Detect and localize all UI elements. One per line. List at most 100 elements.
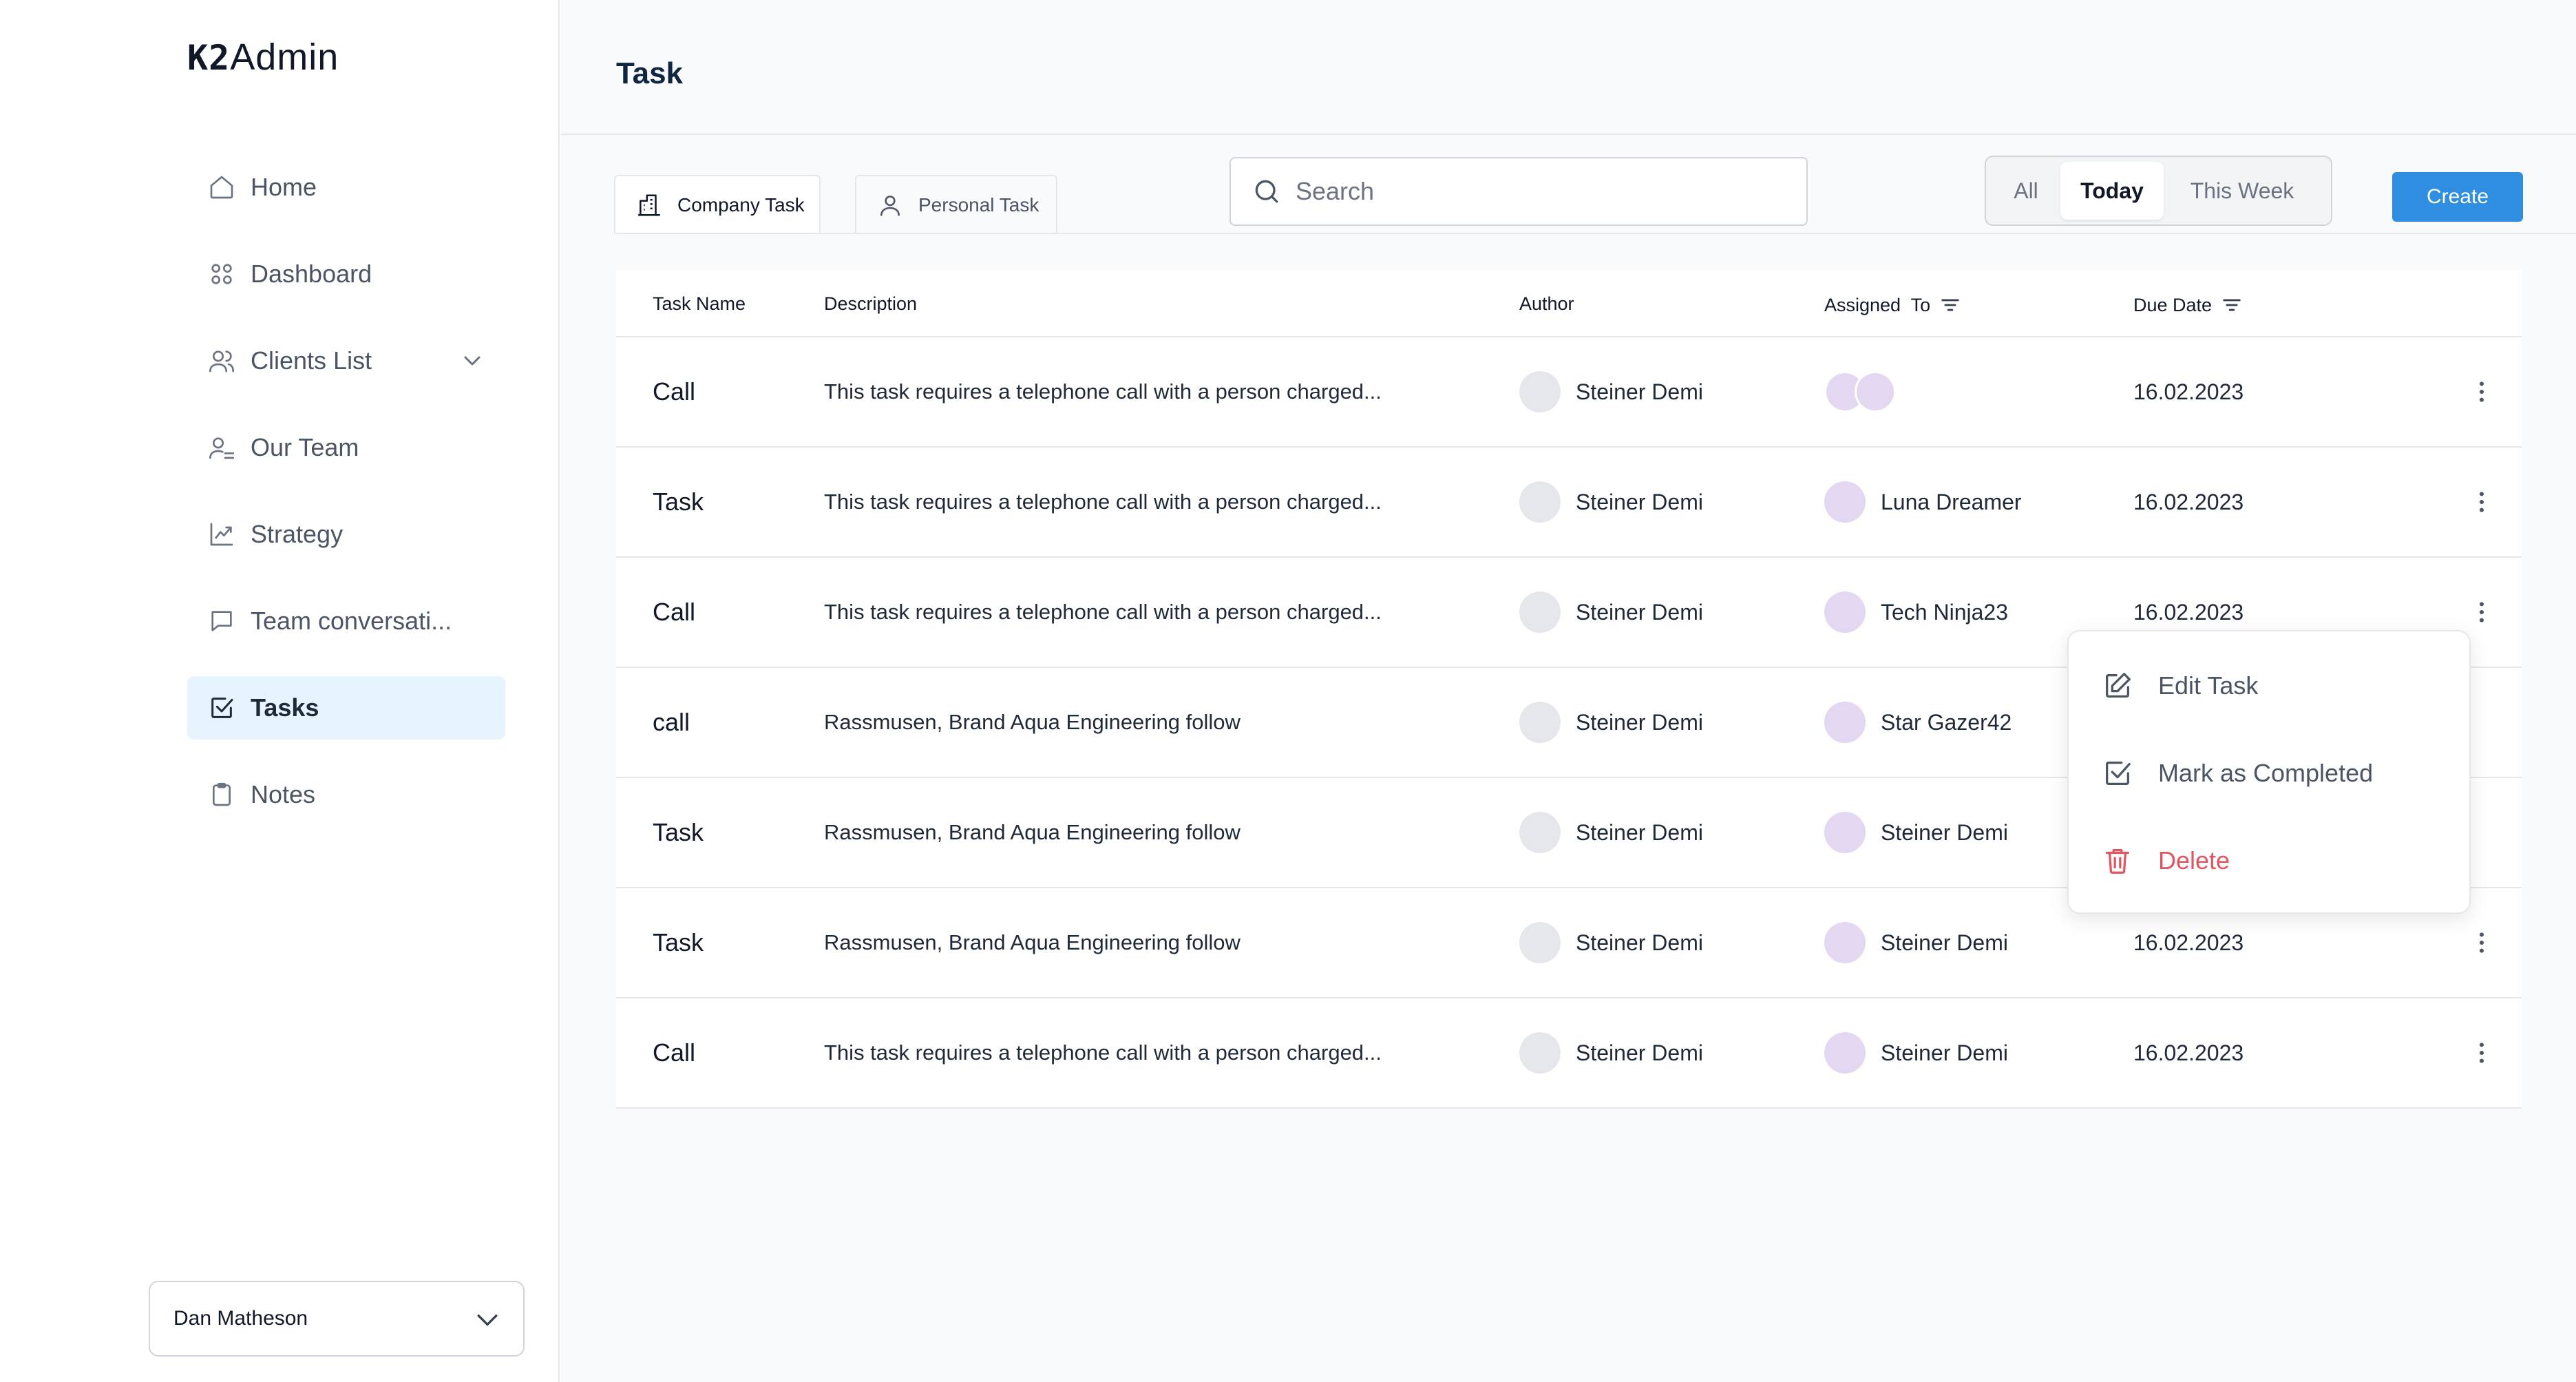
col-assigned-to[interactable]: Assigned To: [1824, 293, 1962, 317]
table-row[interactable]: Task This task requires a telephone call…: [616, 448, 2522, 558]
avatar-group[interactable]: [1824, 371, 1896, 412]
trash-icon: [2106, 849, 2129, 874]
sidebar-item-home[interactable]: Home: [187, 156, 505, 219]
filter-icon[interactable]: [2220, 293, 2244, 317]
menu-item-edit-task[interactable]: Edit Task: [2102, 670, 2258, 702]
edit-icon: [2106, 673, 2131, 698]
task-description: Rassmusen, Brand Aqua Engineering follow: [824, 820, 1241, 844]
clipboard-icon: [207, 779, 237, 810]
col-task-name: Task Name: [653, 293, 746, 314]
create-button[interactable]: Create: [2392, 172, 2523, 222]
users-icon: [207, 346, 237, 376]
more-vertical-icon: [2480, 602, 2484, 622]
filter-this-week[interactable]: This Week: [2164, 162, 2321, 220]
avatar: [1519, 591, 1561, 633]
sidebar-item-team-conversations[interactable]: Team conversati...: [187, 589, 505, 653]
task-author: Steiner Demi: [1519, 337, 1703, 446]
sidebar-item-label: Tasks: [251, 693, 319, 722]
task-due-date: 16.02.2023: [2133, 1040, 2244, 1065]
avatar: [1824, 591, 1866, 633]
task-description: This task requires a telephone call with…: [824, 1040, 1382, 1065]
sidebar-item-label: Team conversati...: [251, 607, 452, 635]
date-filter-group: All Today This Week: [1985, 156, 2332, 226]
user-select[interactable]: Dan Matheson: [149, 1281, 525, 1357]
sidebar-nav: Home Dashboard Clients List Our Team Str…: [187, 156, 505, 850]
table-row[interactable]: Call This task requires a telephone call…: [616, 998, 2522, 1109]
task-author: Steiner Demi: [1519, 448, 1703, 556]
avatar: [1824, 922, 1866, 963]
tab-label: Personal Task: [918, 194, 1039, 216]
menu-item-delete[interactable]: Delete: [2102, 845, 2230, 877]
task-author: Steiner Demi: [1519, 668, 1703, 777]
sidebar-item-label: Notes: [251, 780, 316, 808]
sidebar-item-label: Home: [251, 173, 317, 201]
task-name: Call: [653, 598, 696, 626]
search-box[interactable]: [1229, 157, 1808, 226]
sidebar-item-notes[interactable]: Notes: [187, 763, 505, 826]
avatar: [1519, 371, 1561, 412]
sidebar-item-label: Clients List: [251, 346, 372, 375]
dashboard-icon: [207, 259, 237, 289]
page-title: Task: [616, 56, 684, 90]
task-author: Steiner Demi: [1519, 558, 1703, 667]
filter-all[interactable]: All: [1992, 162, 2060, 220]
more-vertical-icon: [2480, 381, 2484, 402]
avatar: [1519, 481, 1561, 523]
sidebar-item-clients-list[interactable]: Clients List: [187, 329, 505, 392]
avatar: [1824, 702, 1866, 743]
task-assigned: Steiner Demi: [1824, 888, 2008, 997]
row-menu-button[interactable]: [2461, 448, 2502, 556]
sidebar-item-tasks[interactable]: Tasks: [187, 676, 505, 740]
task-assigned: Steiner Demi: [1824, 998, 2008, 1107]
sidebar-item-our-team[interactable]: Our Team: [187, 416, 505, 479]
user-name: Dan Matheson: [173, 1307, 308, 1330]
task-description: This task requires a telephone call with…: [824, 600, 1382, 624]
task-name: Call: [653, 377, 696, 406]
sidebar-item-label: Our Team: [251, 433, 359, 461]
row-menu-button[interactable]: [2461, 337, 2502, 446]
task-assigned: Steiner Demi: [1824, 778, 2008, 887]
checkbox-icon: [207, 693, 237, 723]
sidebar-item-label: Strategy: [251, 520, 344, 548]
sidebar-item-strategy[interactable]: Strategy: [187, 503, 505, 566]
more-vertical-icon: [2480, 932, 2484, 953]
tab-divider: [616, 233, 2576, 234]
task-assigned: Tech Ninja23: [1824, 558, 2008, 667]
task-description: This task requires a telephone call with…: [824, 379, 1382, 404]
col-due-date[interactable]: Due Date: [2133, 293, 2244, 317]
app-logo[interactable]: K2Admin: [187, 36, 339, 78]
avatar: [1519, 1032, 1561, 1074]
tab-personal-task[interactable]: Personal Task: [855, 175, 1057, 234]
table-row[interactable]: Call This task requires a telephone call…: [616, 337, 2522, 448]
filter-icon[interactable]: [1939, 293, 1962, 317]
tab-label: Company Task: [677, 194, 805, 216]
filter-today[interactable]: Today: [2060, 162, 2164, 220]
task-name: Task: [653, 928, 704, 956]
avatar: [1519, 922, 1561, 963]
task-description: Rassmusen, Brand Aqua Engineering follow: [824, 930, 1241, 954]
table-header: Task Name Description Author Assigned To…: [616, 270, 2522, 337]
col-description: Description: [824, 293, 918, 314]
search-input[interactable]: [1296, 177, 1791, 206]
search-icon: [1255, 180, 1278, 203]
col-author: Author: [1519, 293, 1574, 314]
task-description: Rassmusen, Brand Aqua Engineering follow: [824, 710, 1241, 734]
task-due-date: 16.02.2023: [2133, 489, 2244, 514]
home-icon: [207, 172, 237, 202]
menu-item-mark-completed[interactable]: Mark as Completed: [2102, 757, 2373, 789]
sidebar-item-dashboard[interactable]: Dashboard: [187, 242, 505, 306]
avatar: [1824, 481, 1866, 523]
avatar: [1519, 812, 1561, 853]
more-vertical-icon: [2480, 1043, 2484, 1063]
task-assigned: Star Gazer42: [1824, 668, 2012, 777]
avatar: [1855, 371, 1896, 412]
tab-company-task[interactable]: Company Task: [614, 175, 821, 234]
more-vertical-icon: [2480, 492, 2484, 512]
task-name: Task: [653, 818, 704, 846]
sidebar-item-label: Dashboard: [251, 260, 372, 288]
chevron-down-icon[interactable]: [458, 347, 486, 375]
row-menu-button[interactable]: [2461, 998, 2502, 1107]
task-assigned: Luna Dreamer: [1824, 448, 2022, 556]
avatar: [1824, 812, 1866, 853]
avatar: [1519, 702, 1561, 743]
